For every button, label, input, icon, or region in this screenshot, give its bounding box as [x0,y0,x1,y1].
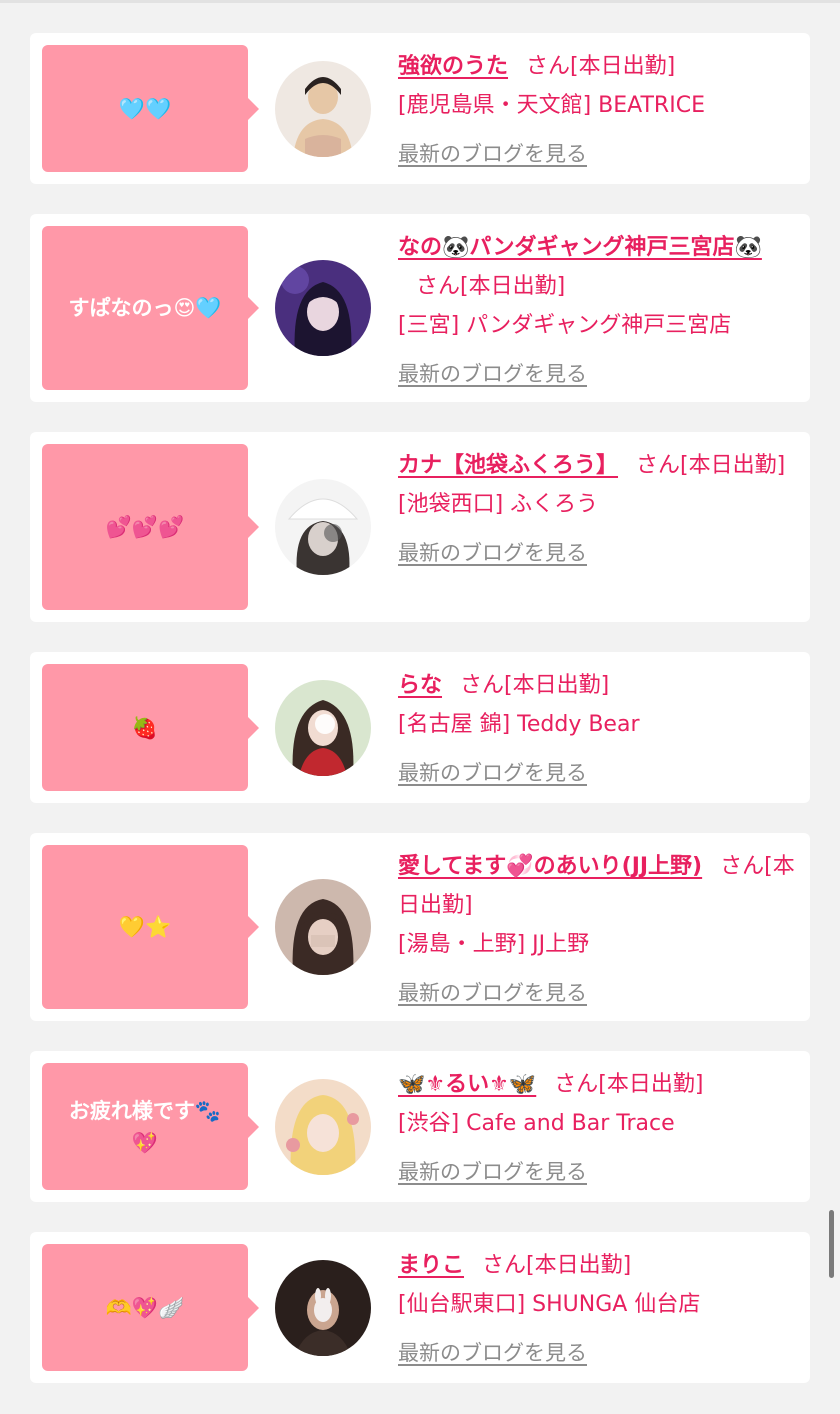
message-text: すぱなのっ😍🩵 [68,296,222,320]
blog-link[interactable]: 最新のブログを見る [398,135,587,174]
profile-card: 🍓 らな さん[本日出勤] [名古屋 錦] Teddy Bear 最新のブログを見… [30,652,810,803]
avatar[interactable] [275,879,371,975]
avatar[interactable] [275,1259,371,1356]
avatar-container[interactable] [248,1063,398,1190]
top-divider [0,0,840,3]
shop-info: [渋谷] Cafe and Bar Trace [398,1111,675,1136]
avatar-photo-icon [275,479,371,575]
message-bubble: 🫶💖🪽 [42,1244,259,1371]
girl-name-link[interactable]: 🦋⚜るい⚜🦋 [398,1072,536,1097]
profile-card: すぱなのっ😍🩵 なの🐼パンダギャング神戸三宮店🐼 さん[本日出勤] [三宮] パン… [30,214,810,402]
profile-info: 強欲のうた さん[本日出勤] [鹿児島県・天文館] BEATRICE 最新のブログ… [398,45,798,172]
message-text: 💛⭐ [118,915,172,939]
shop-info: [名古屋 錦] Teddy Bear [398,712,640,737]
attendance-status: さん[本日出勤] [636,453,786,478]
shop-info: [湯島・上野] JJ上野 [398,932,590,957]
profile-info: 愛してます💞のあいり(JJ上野) さん[本日出勤] [湯島・上野] JJ上野 最新… [398,845,798,1009]
avatar-container[interactable] [248,845,398,1009]
message-bubble: お疲れ様です🐾💖 [42,1063,259,1190]
profile-info: なの🐼パンダギャング神戸三宮店🐼 さん[本日出勤] [三宮] パンダギャング神戸三… [398,226,798,390]
attendance-status: さん[本日出勤] [482,1253,632,1278]
avatar[interactable] [275,1078,371,1175]
avatar-container[interactable] [248,45,398,172]
message-text: 🫶💖🪽 [105,1295,185,1320]
girl-name-link[interactable]: 強欲のうた [398,54,508,79]
profile-info: らな さん[本日出勤] [名古屋 錦] Teddy Bear 最新のブログを見る [398,664,798,791]
profile-card: 💕💕💕 カナ【池袋ふくろう】 さん[本日出勤] [池袋西口] ふくろう 最新のブロ… [30,432,810,622]
avatar[interactable] [275,479,371,575]
message-text: 🩵🩵 [118,96,172,121]
avatar-container[interactable] [248,1244,398,1371]
profile-info: カナ【池袋ふくろう】 さん[本日出勤] [池袋西口] ふくろう 最新のブログを見る [398,444,798,610]
profile-card: 💛⭐ 愛してます💞のあいり(JJ上野) さん[本日出勤] [湯島・上野] JJ上野… [30,833,810,1021]
blog-link[interactable]: 最新のブログを見る [398,754,587,793]
avatar[interactable] [275,679,371,776]
scrollbar-thumb[interactable] [829,1210,834,1278]
attendance-status: さん[本日出勤] [460,673,610,698]
girl-name-link[interactable]: なの🐼パンダギャング神戸三宮店🐼 [398,235,762,260]
profile-info: 🦋⚜るい⚜🦋 さん[本日出勤] [渋谷] Cafe and Bar Trace 最… [398,1063,798,1190]
shop-info: [鹿児島県・天文館] BEATRICE [398,93,705,118]
attendance-status: さん[本日出勤] [416,274,566,299]
avatar[interactable] [275,260,371,356]
avatar-photo-icon [275,679,371,776]
avatar[interactable] [275,60,371,157]
blog-link[interactable]: 最新のブログを見る [398,355,587,394]
avatar-photo-icon [275,879,371,975]
avatar-photo-icon [275,1259,371,1356]
blog-link[interactable]: 最新のブログを見る [398,974,587,1013]
avatar-container[interactable] [248,444,398,610]
girl-name-link[interactable]: らな [398,673,442,698]
profile-info: まりこ さん[本日出勤] [仙台駅東口] SHUNGA 仙台店 最新のブログを見る [398,1244,798,1371]
avatar-photo-icon [275,1078,371,1175]
girl-name-link[interactable]: まりこ [398,1253,464,1278]
avatar-photo-icon [275,60,371,157]
profile-card: お疲れ様です🐾💖 🦋⚜るい⚜🦋 さん[本日出勤] [渋谷] Cafe and Ba… [30,1051,810,1202]
attendance-status: さん[本日出勤] [526,54,676,79]
girl-name-link[interactable]: カナ【池袋ふくろう】 [398,453,618,478]
message-text: 🍓 [131,715,159,740]
message-text: お疲れ様です🐾💖 [68,1098,222,1155]
message-bubble: 🩵🩵 [42,45,259,172]
attendance-status: さん[本日出勤] [554,1072,704,1097]
avatar-container[interactable] [248,664,398,791]
girl-name-link[interactable]: 愛してます💞のあいり(JJ上野) [398,854,702,879]
shop-info: [池袋西口] ふくろう [398,492,599,517]
blog-link[interactable]: 最新のブログを見る [398,1153,587,1192]
message-bubble: 💕💕💕 [42,444,259,610]
message-bubble: 💛⭐ [42,845,259,1009]
profile-list: 🩵🩵 強欲のうた さん[本日出勤] [鹿児島県・天文館] BEATRICE 最新の… [30,33,810,1413]
profile-card: 🫶💖🪽 まりこ さん[本日出勤] [仙台駅東口] SHUNGA 仙台店 最新のブロ… [30,1232,810,1383]
avatar-photo-icon [275,260,371,356]
message-bubble: すぱなのっ😍🩵 [42,226,259,390]
blog-link[interactable]: 最新のブログを見る [398,534,587,573]
profile-card: 🩵🩵 強欲のうた さん[本日出勤] [鹿児島県・天文館] BEATRICE 最新の… [30,33,810,184]
avatar-container[interactable] [248,226,398,390]
message-text: 💕💕💕 [105,515,185,539]
message-bubble: 🍓 [42,664,259,791]
shop-info: [仙台駅東口] SHUNGA 仙台店 [398,1292,701,1317]
shop-info: [三宮] パンダギャング神戸三宮店 [398,313,732,338]
blog-link[interactable]: 最新のブログを見る [398,1334,587,1373]
